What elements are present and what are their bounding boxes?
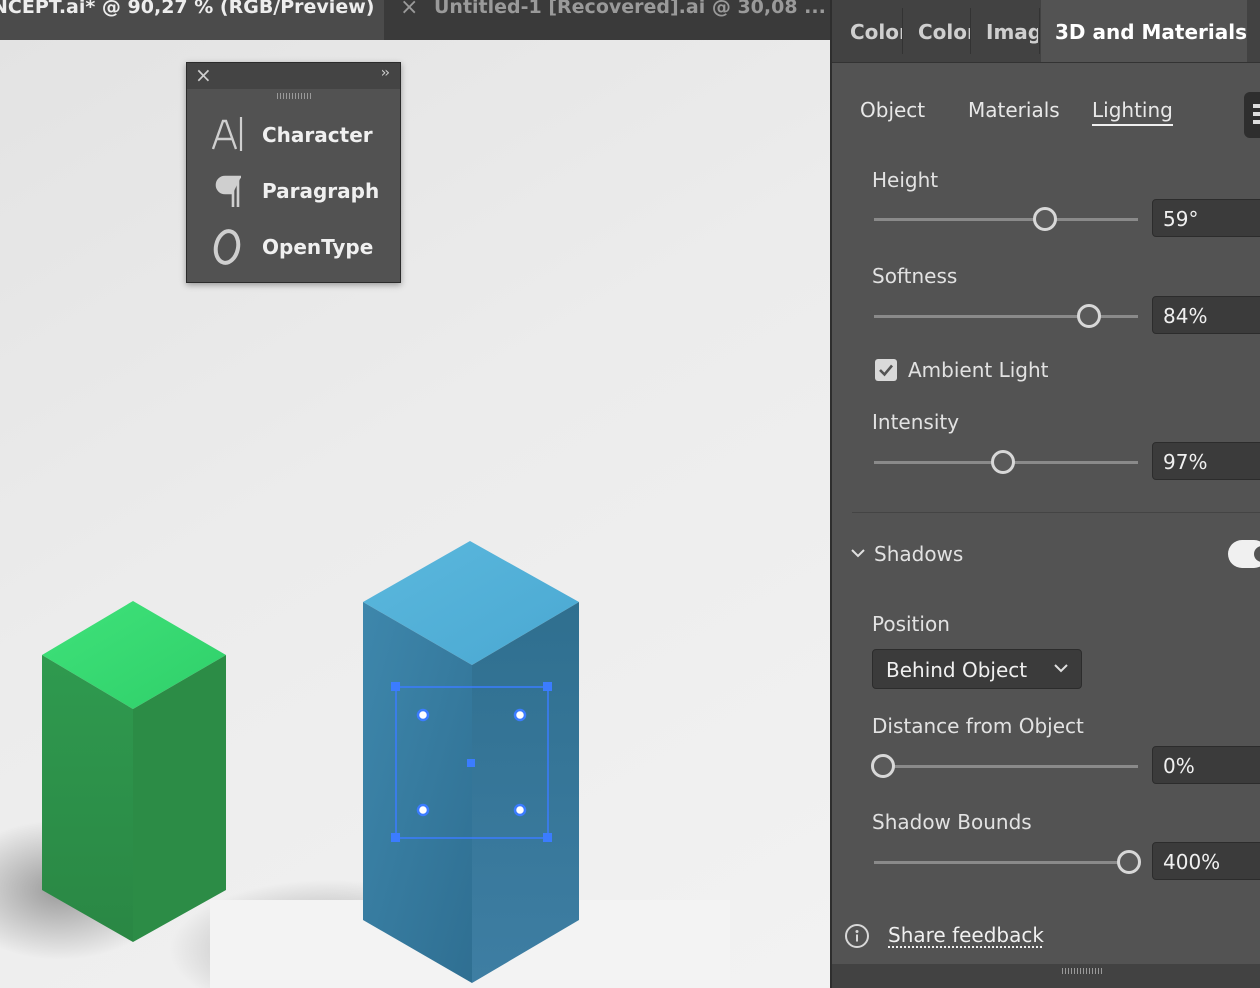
type-panel-item-opentype[interactable]: OpenType [187,223,400,271]
document-tab-untitled[interactable]: × Untitled-1 [Recovered].ai @ 30,08 ... [386,0,826,40]
type-panel-item-paragraph[interactable]: Paragraph [187,167,400,215]
check-icon [879,364,893,377]
subtab-object[interactable]: Object [860,98,925,122]
position-dropdown[interactable]: Behind Object [872,649,1082,689]
tab-3d-and-materials[interactable]: 3D and Materials [1041,0,1247,62]
ambient-light-label: Ambient Light [908,358,1049,382]
document-tab-bar: NCEPT.ai* @ 90,27 % (RGB/Preview) × Unti… [0,0,830,40]
properties-panel: Color Color Imag 3D and Materials [830,0,1260,988]
close-icon[interactable]: × [195,63,212,87]
distance-slider[interactable] [874,765,1138,768]
softness-label: Softness [872,264,958,288]
artwork [0,541,730,988]
chevron-down-icon[interactable] [850,546,866,560]
panel-tab-bar: Color Color Imag 3D and Materials [832,0,1260,63]
softness-slider-thumb[interactable] [1077,304,1101,328]
position-dropdown-value: Behind Object [886,658,1028,682]
character-icon [211,117,243,151]
type-panel-item-label: Character [262,123,373,147]
shadows-toggle[interactable] [1228,540,1260,568]
subtab-materials[interactable]: Materials [968,98,1060,122]
shadow-bounds-slider[interactable] [874,861,1138,864]
shadow-bounds-value-field[interactable]: 400% [1152,842,1260,880]
shadow-bounds-label: Shadow Bounds [872,810,1032,834]
distance-label: Distance from Object [872,714,1084,738]
ambient-light-checkbox[interactable] [875,359,897,381]
height-slider[interactable] [874,218,1138,221]
intensity-value-field[interactable]: 97% [1152,442,1260,480]
document-tab-active[interactable]: NCEPT.ai* @ 90,27 % (RGB/Preview) [0,0,384,40]
type-panel-item-character[interactable]: Character [187,111,400,159]
share-feedback-link[interactable]: Share feedback [888,923,1044,947]
artboard-canvas[interactable]: × ›› Character Paragraph OpenType [0,40,830,988]
type-panel-item-label: OpenType [262,235,374,259]
type-panel-header[interactable]: × ›› [187,63,400,89]
height-value-field[interactable]: 59° [1152,199,1260,237]
height-slider-thumb[interactable] [1033,207,1057,231]
shadows-section-header[interactable]: Shadows [874,542,963,566]
distance-value-field[interactable]: 0% [1152,746,1260,784]
section-divider [852,512,1260,513]
paragraph-icon [215,175,241,207]
document-tab-untitled-title: Untitled-1 [Recovered].ai @ 30,08 ... [434,0,826,18]
tab-color[interactable]: Color [850,0,902,62]
info-icon [845,924,869,948]
subtab-lighting[interactable]: Lighting [1092,98,1173,126]
intensity-label: Intensity [872,410,960,434]
tab-color-guide[interactable]: Color [918,0,970,62]
green-box[interactable] [42,601,226,942]
opentype-icon [213,229,241,265]
intensity-slider-thumb[interactable] [991,450,1015,474]
distance-slider-thumb[interactable] [871,754,895,778]
shadow-bounds-slider-thumb[interactable] [1117,850,1141,874]
chevron-down-icon [1054,664,1068,673]
tab-image-trace[interactable]: Imag [986,0,1038,62]
close-tab-icon[interactable]: × [400,0,418,19]
position-label: Position [872,612,950,636]
grip-handle[interactable] [277,93,311,99]
softness-value-field[interactable]: 84% [1152,296,1260,334]
type-panel: × ›› Character Paragraph OpenType [186,62,401,283]
type-panel-item-label: Paragraph [262,179,380,203]
panel-menu-button[interactable] [1244,92,1260,138]
height-label: Height [872,168,939,192]
collapse-icon[interactable]: ›› [381,65,390,81]
document-tab-active-title: NCEPT.ai* @ 90,27 % (RGB/Preview) [0,0,375,18]
panel-resize-handle[interactable] [832,964,1260,988]
